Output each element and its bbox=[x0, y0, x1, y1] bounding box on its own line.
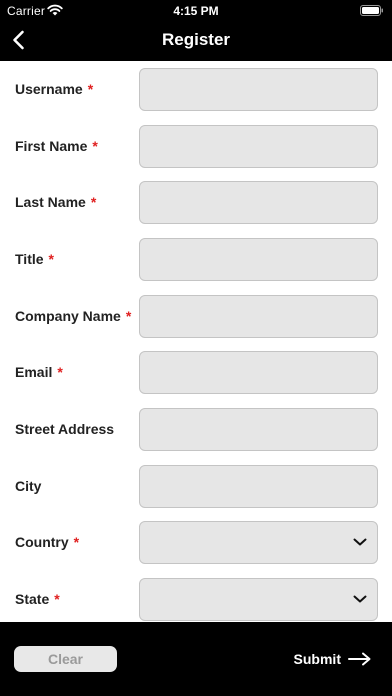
city-label-text: City bbox=[15, 478, 42, 494]
submit-button[interactable]: Submit bbox=[294, 648, 372, 670]
form-row-company-name: Company Name * bbox=[0, 295, 392, 339]
form-row-username: Username * bbox=[0, 68, 392, 112]
top-bar: Carrier 4:15 PM Register bbox=[0, 0, 392, 61]
arrow-right-icon bbox=[348, 652, 371, 666]
street-address-label-text: Street Address bbox=[15, 421, 115, 437]
city-input[interactable] bbox=[139, 465, 378, 508]
form-row-city: City bbox=[0, 465, 392, 509]
nav-bar: Register bbox=[0, 22, 392, 61]
required-marker: * bbox=[73, 534, 80, 550]
company-name-input[interactable] bbox=[139, 295, 378, 338]
form-row-first-name: First Name * bbox=[0, 125, 392, 169]
battery-icon bbox=[360, 5, 383, 16]
country-select[interactable] bbox=[139, 521, 378, 564]
form-row-last-name: Last Name * bbox=[0, 181, 392, 225]
clear-button[interactable]: Clear bbox=[14, 646, 117, 672]
first-name-label-text: First Name bbox=[15, 138, 88, 154]
required-marker: * bbox=[90, 194, 97, 210]
required-marker: * bbox=[125, 308, 132, 324]
state-label: State * bbox=[15, 591, 60, 607]
email-input[interactable] bbox=[139, 351, 378, 394]
chevron-down-icon bbox=[353, 538, 367, 546]
form-row-email: Email * bbox=[0, 351, 392, 395]
title-label-text: Title bbox=[15, 251, 44, 267]
street-address-input[interactable] bbox=[139, 408, 378, 451]
page-title: Register bbox=[161, 30, 231, 49]
required-marker: * bbox=[57, 364, 63, 380]
form-row-title: Title * bbox=[0, 238, 392, 282]
bottom-bar: Clear Submit bbox=[0, 622, 392, 696]
username-label: Username * bbox=[15, 81, 93, 97]
registration-form: Username * First Name * Last Name * Title * Comp… bbox=[0, 61, 392, 622]
last-name-input[interactable] bbox=[139, 181, 378, 224]
company-name-label: Company Name * bbox=[15, 308, 131, 324]
company-name-label-text: Company Name bbox=[15, 308, 121, 324]
form-row-street-address: Street Address bbox=[0, 408, 392, 452]
last-name-label-text: Last Name bbox=[15, 194, 86, 210]
city-label: City bbox=[15, 478, 41, 494]
title-input[interactable] bbox=[139, 238, 378, 281]
chevron-down-icon bbox=[353, 595, 367, 603]
first-name-input[interactable] bbox=[139, 125, 378, 168]
email-label-text: Email bbox=[15, 364, 53, 380]
username-label-text: Username bbox=[15, 81, 83, 97]
street-address-label: Street Address bbox=[15, 421, 114, 437]
form-row-country: Country * bbox=[0, 521, 392, 565]
required-marker: * bbox=[92, 138, 98, 154]
required-marker: * bbox=[87, 81, 94, 97]
submit-label: Submit bbox=[293, 651, 341, 667]
username-input[interactable] bbox=[139, 68, 378, 111]
country-label-text: Country bbox=[15, 534, 69, 550]
required-marker: * bbox=[54, 591, 60, 607]
email-label: Email * bbox=[15, 364, 63, 380]
state-label-text: State bbox=[15, 591, 50, 607]
status-time: 4:15 PM bbox=[173, 4, 219, 18]
title-label: Title * bbox=[15, 251, 54, 267]
required-marker: * bbox=[48, 251, 54, 267]
form-row-state: State * bbox=[0, 578, 392, 622]
status-bar: Carrier 4:15 PM bbox=[0, 0, 392, 22]
first-name-label: First Name * bbox=[15, 138, 98, 154]
state-select[interactable] bbox=[139, 578, 378, 621]
country-label: Country * bbox=[15, 534, 79, 550]
last-name-label: Last Name * bbox=[15, 194, 96, 210]
